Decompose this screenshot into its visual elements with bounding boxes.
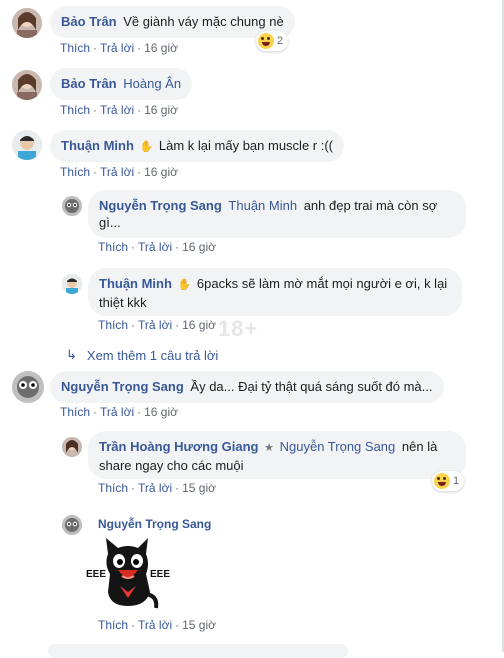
reply-actions: Thích · Trả lời · 16 giờ [98,318,216,332]
watermark: 18+ [218,316,259,341]
like-link[interactable]: Thích [60,103,90,117]
reply-text-line1: 6packs sẽ làm mờ mắt mọi người e ơi, k l… [196,276,448,291]
reply-bubble: Nguyễn Trọng Sang Thuận Minh anh đẹp tra… [88,190,466,238]
timestamp[interactable]: 16 giờ [144,165,178,179]
svg-text:EEE: EEE [86,569,106,580]
reply-bubble: Thuận Minh ✋ 6packs sẽ làm mờ mắt mọi ng… [88,268,462,316]
reply-bubble: Trần Hoàng Hương Giang ★ Nguyễn Trọng Sa… [88,431,466,479]
reply-link[interactable]: Trả lời [138,481,172,495]
view-more-replies[interactable]: ↳ Xem thêm 1 câu trả lời [66,347,218,363]
reply-text-line1: anh đẹp trai mà còn sợ [303,198,438,213]
reaction-count: 1 [453,475,460,487]
like-link[interactable]: Thích [98,240,128,254]
comment-actions: Thích · Trả lời · 16 giờ [60,405,178,419]
reply-actions: Thích · Trả lời · 15 giờ [98,618,216,632]
reply-text-line2: share ngay cho các muội [99,458,244,473]
like-link[interactable]: Thích [60,405,90,419]
comment-bubble: Thuận Minh ✋ Làm k lại mấy bạn muscle r … [50,130,344,162]
reply-link[interactable]: Trả lời [138,618,172,632]
comment-author[interactable]: Nguyễn Trọng Sang [61,379,184,394]
like-link[interactable]: Thích [60,41,90,55]
view-more-label: Xem thêm 1 câu trả lời [86,347,219,363]
like-link[interactable]: Thích [60,165,90,179]
comment-actions: Thích · Trả lời · 16 giờ [60,41,178,55]
reply-author[interactable]: Nguyễn Trọng Sang [98,517,211,531]
timestamp[interactable]: 15 giờ [182,481,216,495]
next-comment-partial [48,644,348,658]
timestamp[interactable]: 16 giờ [182,318,216,332]
comment-text: Ầy da... Đại tỷ thật quá sáng suốt đó mà… [190,379,433,394]
tagged-user[interactable]: Hoàng Ân [123,76,181,91]
reply-author[interactable]: Nguyễn Trọng Sang [99,198,222,213]
comment-text: Làm k lại mấy bạn muscle r :(( [158,138,333,153]
timestamp[interactable]: 16 giờ [144,405,178,419]
comment-actions: Thích · Trả lời · 16 giờ [60,165,178,179]
reaction-count: 2 [277,35,284,47]
reply-link[interactable]: Trả lời [138,240,172,254]
reply-link[interactable]: Trả lời [100,41,134,55]
timestamp[interactable]: 16 giờ [144,103,178,117]
like-link[interactable]: Thích [98,318,128,332]
comment-text: Về giành váy mặc chung nè [123,14,284,29]
comment-author[interactable]: Bảo Trân [61,14,117,29]
avatar[interactable] [62,196,82,216]
reaction-badge[interactable]: 1 [432,471,465,491]
reply-actions: Thích · Trả lời · 15 giờ [98,481,216,495]
comment-author[interactable]: Bảo Trân [61,76,117,91]
comment-bubble: Bảo Trân Hoàng Ân [50,68,193,100]
haha-reaction-icon [434,473,450,489]
reply-author[interactable]: Trần Hoàng Hương Giang [99,439,259,454]
comment-bubble: Nguyễn Trọng Sang Ầy da... Đại tỷ thật q… [50,371,444,403]
reply-arrow-icon: ↳ [66,347,77,362]
timestamp[interactable]: 16 giờ [182,240,216,254]
reply-link[interactable]: Trả lời [100,103,134,117]
wave-icon: ✋ [177,279,192,291]
tagged-user[interactable]: Nguyễn Trọng Sang [280,439,396,454]
svg-text:EEE: EEE [150,569,170,580]
timestamp[interactable]: 15 giờ [182,618,216,632]
reply-text-line2: gì... [99,215,121,230]
reply-author[interactable]: Thuận Minh [99,276,172,291]
reply-link[interactable]: Trả lời [100,165,134,179]
avatar[interactable] [12,70,42,100]
reply-author-line: Nguyễn Trọng Sang [98,516,211,532]
like-link[interactable]: Thích [98,481,128,495]
avatar[interactable] [62,437,82,457]
comment-author[interactable]: Thuận Minh [61,138,134,153]
tagged-user[interactable]: Thuận Minh [228,198,297,213]
black-cat-sticker[interactable]: EEE EEE [86,534,170,614]
reply-text-line2: thiệt kkk [99,295,147,310]
haha-reaction-icon [258,33,274,49]
comment-actions: Thích · Trả lời · 16 giờ [60,103,178,117]
reply-text-line1: nên là [401,439,438,454]
reply-link[interactable]: Trả lời [138,318,172,332]
wave-icon: ✋ [139,141,154,153]
star-icon: ★ [264,442,274,454]
avatar[interactable] [62,515,82,535]
avatar[interactable] [62,274,82,294]
reply-actions: Thích · Trả lời · 16 giờ [98,240,216,254]
avatar[interactable] [12,371,44,403]
reply-link[interactable]: Trả lời [100,405,134,419]
reaction-badge[interactable]: 2 [256,31,289,51]
like-link[interactable]: Thích [98,618,128,632]
avatar[interactable] [12,8,42,38]
timestamp[interactable]: 16 giờ [144,41,178,55]
avatar[interactable] [12,130,42,160]
